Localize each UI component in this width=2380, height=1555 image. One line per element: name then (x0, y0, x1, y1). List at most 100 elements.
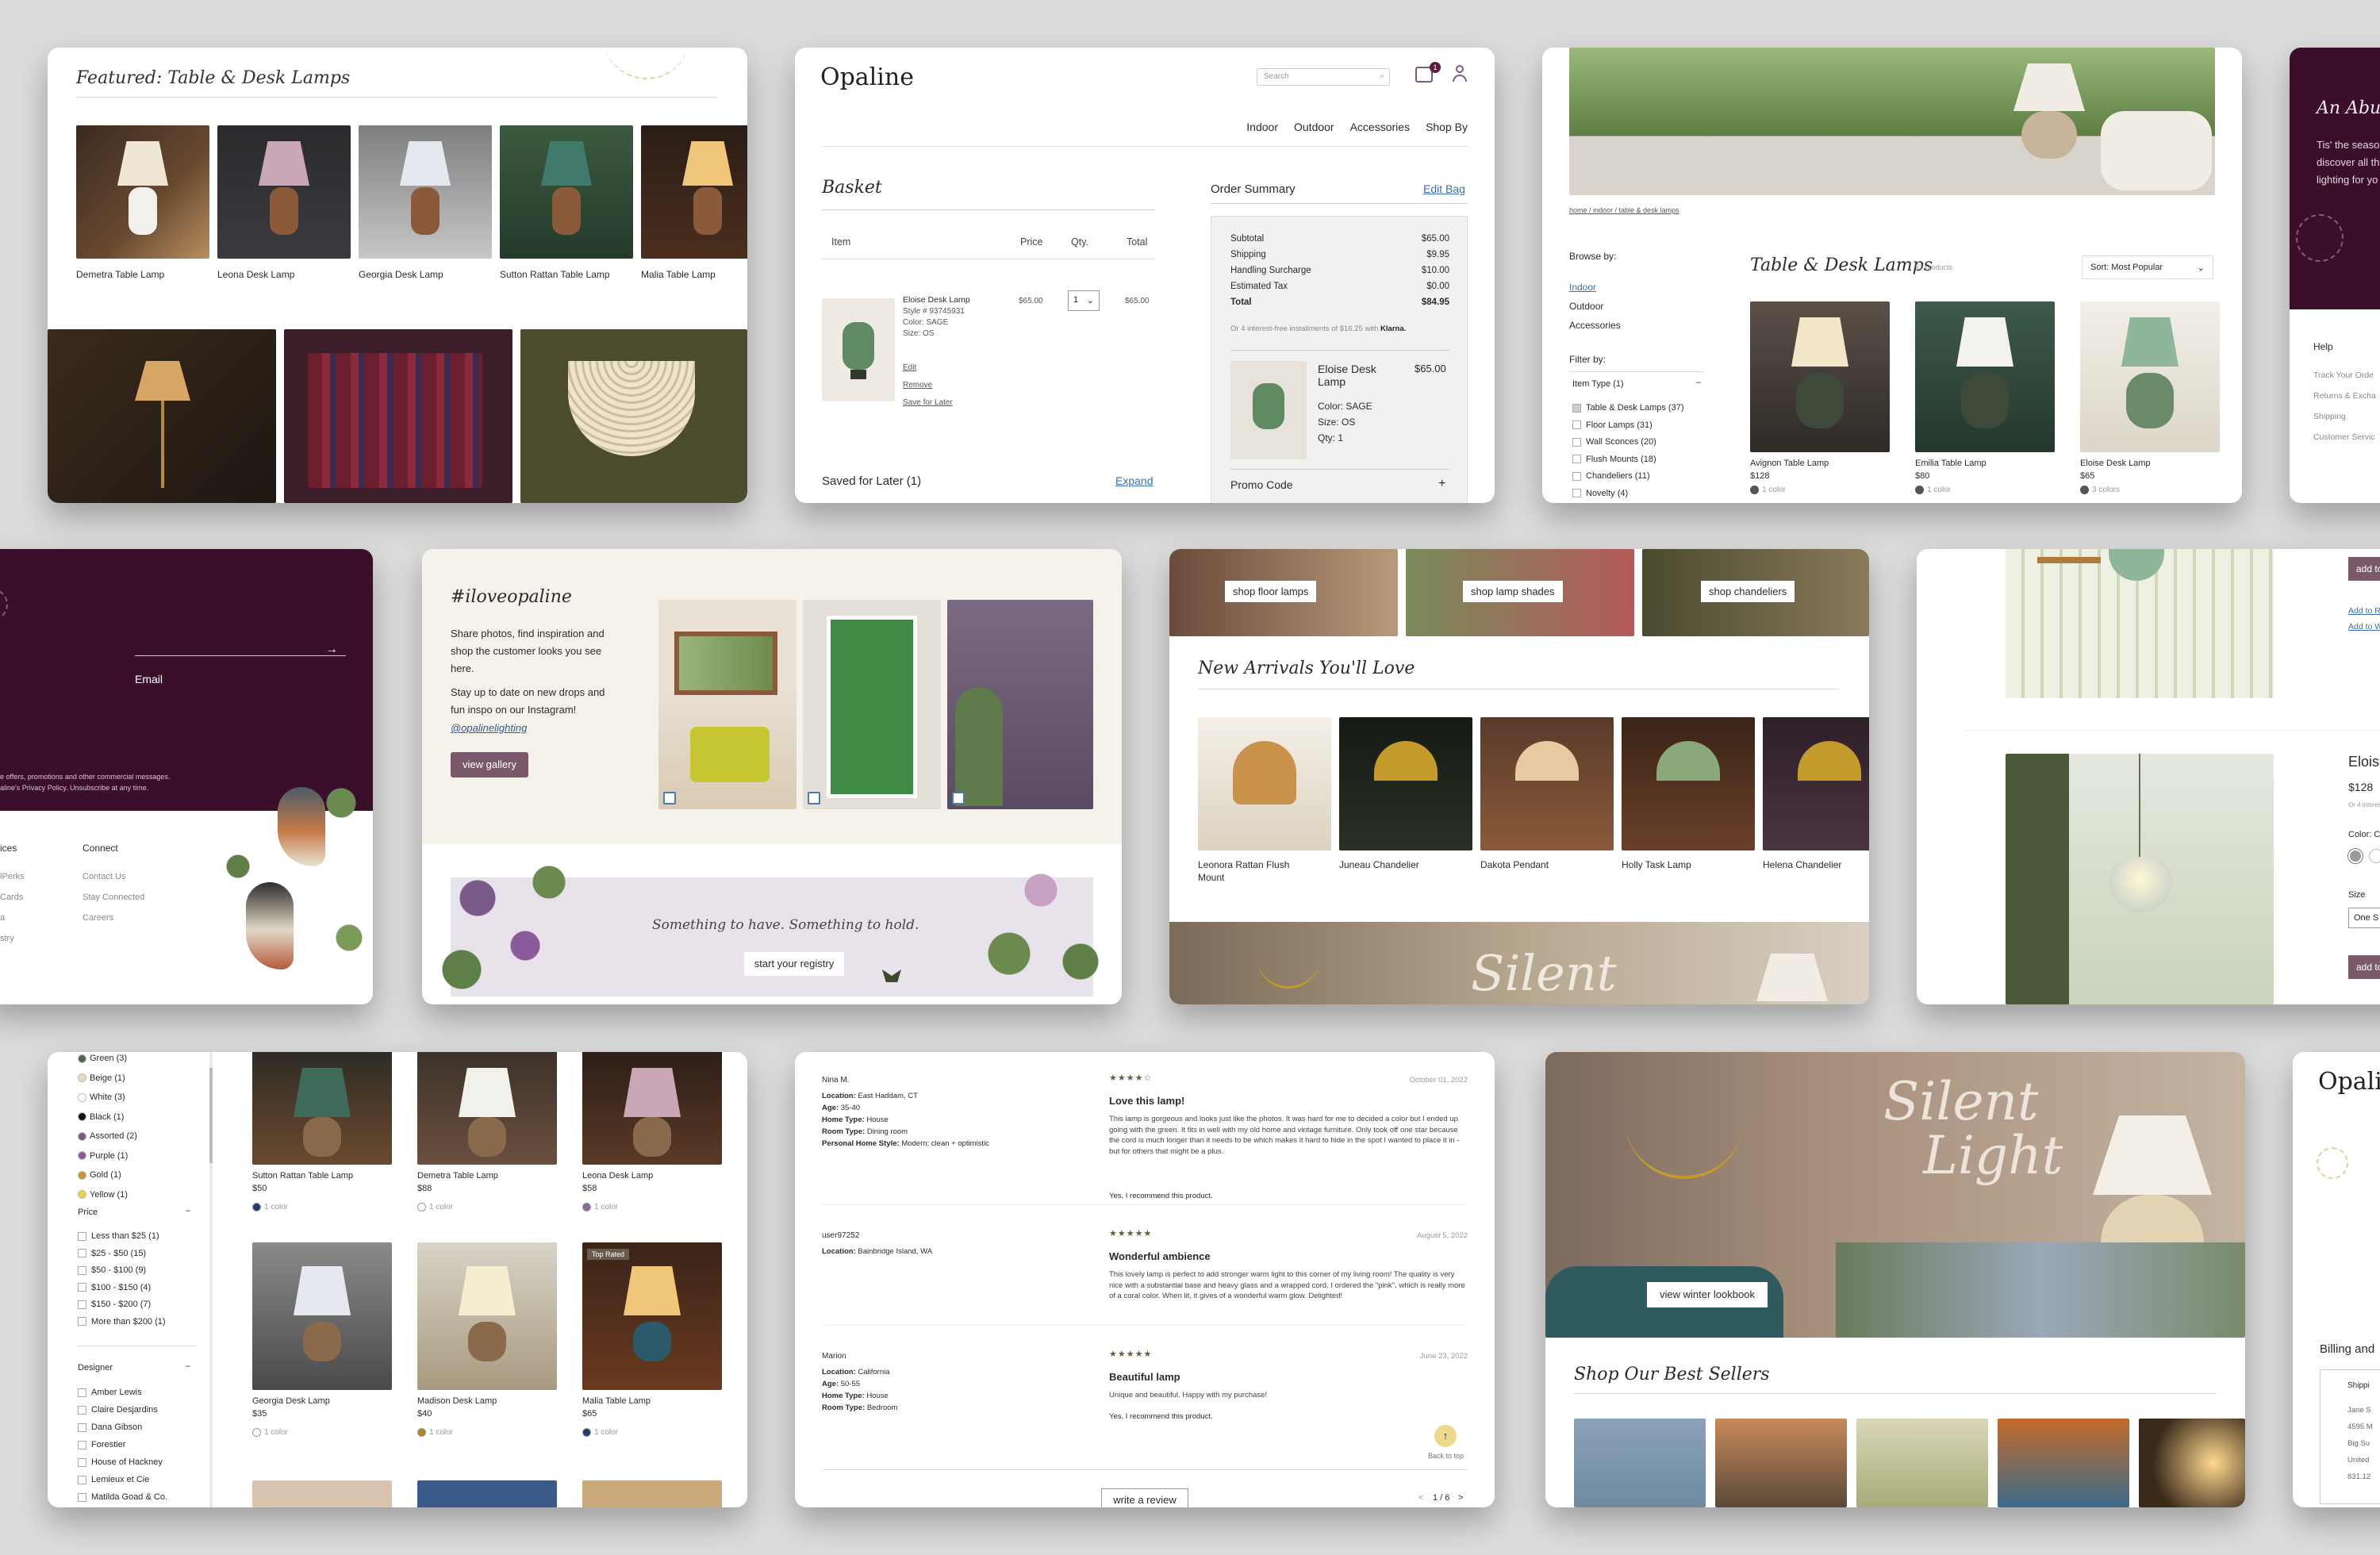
checkbox[interactable] (78, 1405, 86, 1415)
checkbox[interactable] (1572, 471, 1581, 481)
product-image[interactable] (582, 1052, 722, 1165)
checkbox[interactable] (78, 1475, 86, 1484)
color-swatch[interactable] (78, 1170, 86, 1180)
wishlist-link[interactable]: Add to W (2348, 619, 2380, 635)
product-image[interactable] (252, 1480, 392, 1507)
checkbox[interactable] (78, 1492, 86, 1502)
product-name[interactable]: Georgia Desk Lamp (359, 268, 486, 281)
product-image[interactable] (2080, 301, 2220, 452)
color-filter[interactable]: Green (3) (78, 1052, 137, 1069)
ugc-living-photo[interactable] (947, 600, 1093, 809)
color-filter[interactable]: Beige (1) (78, 1069, 137, 1088)
checkbox[interactable] (1572, 455, 1581, 464)
color-swatch-clear[interactable] (2369, 849, 2380, 863)
product-image[interactable] (1915, 301, 2055, 452)
remove-link[interactable]: Remove (903, 381, 932, 390)
footer-link[interactable]: Contact Us (83, 866, 144, 887)
designer-filter[interactable]: Amber Lewis (78, 1384, 167, 1401)
product-image[interactable] (500, 125, 633, 259)
sort-select[interactable]: Sort: Most Popular ⌄ (2082, 255, 2213, 279)
color-filter[interactable]: Yellow (1) (78, 1185, 137, 1205)
color-swatch[interactable] (2080, 486, 2089, 494)
product-name[interactable]: Georgia Desk Lamp (252, 1396, 330, 1406)
summary-item-image[interactable] (1230, 361, 1307, 459)
shop-bag-icon[interactable] (952, 792, 965, 804)
product-image[interactable]: Top Rated (582, 1242, 722, 1390)
qty-select[interactable]: 1 ⌄ (1068, 290, 1100, 311)
best-seller-3[interactable] (1856, 1419, 1988, 1507)
shop-category-button[interactable]: shop floor lamps (1225, 581, 1317, 602)
product-name[interactable]: Leonora Rattan Flush Mount (1198, 858, 1317, 884)
view-gallery-button[interactable]: view gallery (451, 752, 528, 778)
color-swatch[interactable] (78, 1054, 86, 1063)
price-filter-title[interactable]: Price (78, 1208, 98, 1217)
save-later-link[interactable]: Save for Later (903, 398, 953, 407)
product-image[interactable] (1480, 717, 1614, 850)
expand-link[interactable]: Expand (1115, 474, 1153, 487)
wall-sconce-photo[interactable] (2006, 549, 2274, 698)
email-input-line[interactable] (135, 655, 346, 656)
shop-bag-icon[interactable] (808, 792, 820, 804)
color-swatch[interactable] (252, 1203, 261, 1211)
wishlist-link[interactable]: Add to R (2348, 603, 2380, 619)
footer-link[interactable]: lPerks (0, 866, 25, 887)
browse-accessories[interactable]: Accessories (1569, 316, 1621, 335)
product-image[interactable] (417, 1242, 557, 1390)
footer-link[interactable]: a (0, 908, 25, 928)
back-to-top-icon[interactable]: ↑ (1434, 1425, 1457, 1447)
item-type-filter[interactable]: Floor Lamps (31) (1572, 417, 1684, 435)
best-seller-2[interactable] (1715, 1419, 1847, 1507)
designer-filter[interactable]: Dana Gibson (78, 1419, 167, 1436)
product-name[interactable]: Sutton Rattan Table Lamp (500, 268, 627, 281)
item-type-filter[interactable]: Wall Sconces (20) (1572, 434, 1684, 451)
checkbox[interactable] (1572, 489, 1581, 498)
breadcrumb[interactable]: home / indoor / table & desk lamps (1569, 206, 1679, 214)
product-name[interactable]: Leona Desk Lamp (217, 268, 344, 281)
designer-filter[interactable]: Forestier (78, 1436, 167, 1453)
product-name[interactable]: Demetra Table Lamp (76, 268, 203, 281)
write-review-button[interactable]: write a review (1101, 1488, 1188, 1507)
footer-link[interactable]: stry (0, 928, 25, 949)
price-filter[interactable]: $100 - $150 (4) (78, 1280, 166, 1297)
color-swatch[interactable] (1750, 486, 1759, 494)
designer-filter[interactable]: House of Hackney (78, 1453, 167, 1471)
checkbox[interactable] (78, 1388, 86, 1397)
product-image[interactable] (417, 1480, 557, 1507)
basket-item-image[interactable] (822, 298, 895, 401)
checkbox[interactable] (78, 1249, 86, 1258)
edit-link[interactable]: Edit (903, 363, 916, 372)
product-image[interactable] (1750, 301, 1890, 452)
color-swatch[interactable] (582, 1428, 591, 1437)
minus-icon[interactable]: – (1696, 378, 1701, 387)
color-swatch[interactable] (78, 1092, 86, 1102)
product-name[interactable]: Juneau Chandelier (1339, 858, 1458, 871)
product-name[interactable]: Leona Desk Lamp (582, 1171, 653, 1181)
nav-indoor[interactable]: Indoor (1246, 121, 1278, 133)
best-seller-4[interactable] (1998, 1419, 2129, 1507)
color-swatch[interactable] (582, 1203, 591, 1211)
brand-logo[interactable]: Opalin (2318, 1068, 2380, 1096)
price-filter[interactable]: $25 - $50 (15) (78, 1246, 166, 1263)
product-image[interactable] (76, 125, 209, 259)
nav-shop-by[interactable]: Shop By (1426, 121, 1468, 133)
color-swatch[interactable] (78, 1131, 86, 1141)
product-name[interactable]: Avignon Table Lamp (1750, 459, 1829, 468)
pendant-lamp-photo[interactable] (2006, 754, 2274, 1004)
price-filter[interactable]: Less than $25 (1) (78, 1228, 166, 1246)
chevron-up-icon[interactable]: – (186, 1361, 190, 1371)
checkbox[interactable] (78, 1317, 86, 1327)
checkbox[interactable] (78, 1265, 86, 1275)
designer-filter[interactable]: Lemieux et Cie (78, 1471, 167, 1488)
product-image[interactable] (1198, 717, 1331, 850)
color-swatch[interactable] (78, 1151, 86, 1161)
color-swatch[interactable] (78, 1112, 86, 1122)
shop-category-button[interactable]: shop lamp shades (1463, 581, 1563, 602)
best-seller-1[interactable] (1574, 1419, 1706, 1507)
product-image[interactable] (359, 125, 492, 259)
help-link[interactable]: Track Your Orde (2313, 365, 2376, 386)
footer-link[interactable]: Cards (0, 887, 25, 908)
product-image[interactable] (1763, 717, 1869, 850)
checkbox[interactable] (1572, 403, 1581, 413)
ugc-door-photo[interactable] (803, 600, 941, 809)
checkbox[interactable] (78, 1300, 86, 1309)
